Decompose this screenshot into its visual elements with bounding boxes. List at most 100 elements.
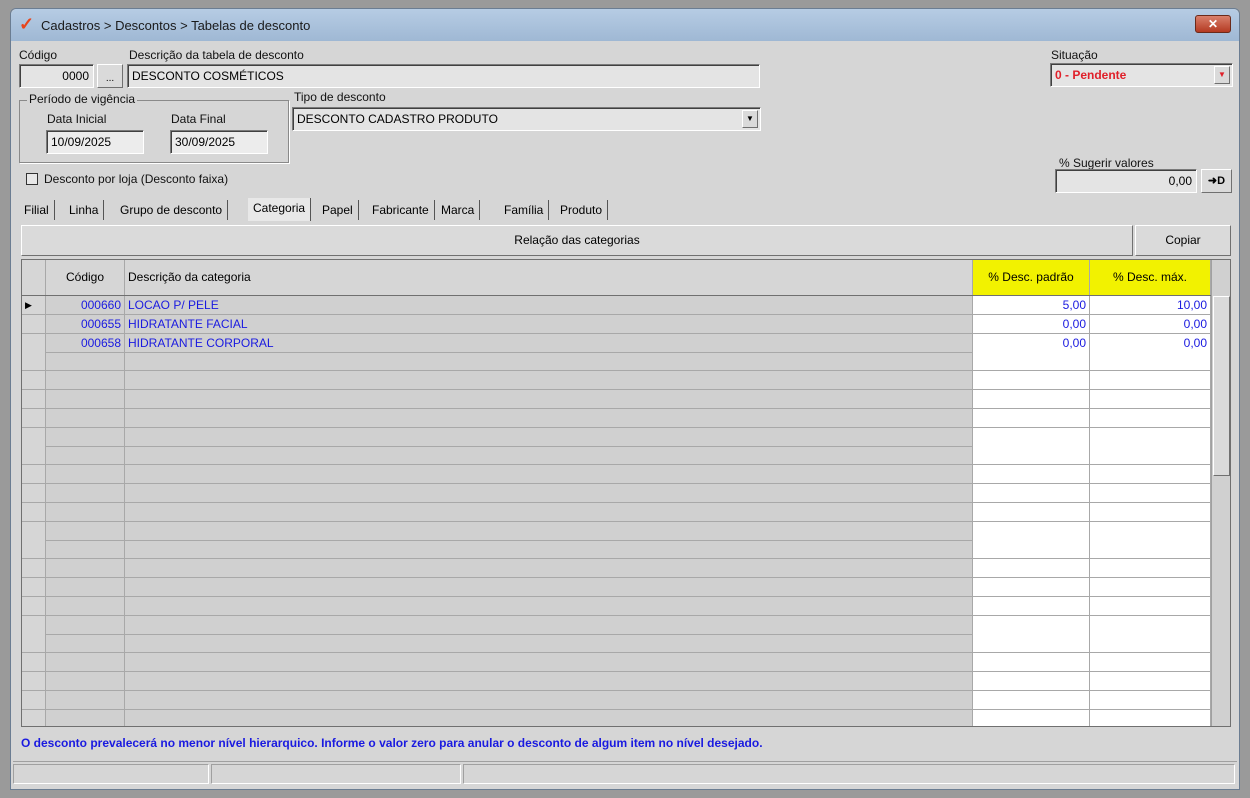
cell-codigo[interactable]	[46, 408, 125, 427]
cell-desc-max[interactable]	[1090, 596, 1211, 615]
cell-descricao[interactable]	[125, 390, 973, 408]
row-indicator[interactable]	[22, 559, 46, 578]
cell-codigo[interactable]	[46, 484, 125, 502]
cell-desc-max[interactable]: 0,00	[1090, 314, 1211, 333]
table-row[interactable]: 000658 HIDRATANTE CORPORAL 0,00 0,00	[22, 333, 1211, 353]
table-row[interactable]	[22, 672, 1211, 691]
cell-desc-max[interactable]	[1090, 709, 1211, 726]
close-button[interactable]: ✕	[1195, 15, 1231, 33]
cell-codigo[interactable]	[46, 521, 125, 540]
cell-descricao[interactable]	[125, 559, 973, 578]
table-row[interactable]	[22, 578, 1211, 597]
cell-descricao[interactable]	[125, 690, 973, 709]
cell-codigo[interactable]	[46, 559, 125, 578]
sugerir-input[interactable]: 0,00	[1055, 169, 1197, 193]
cell-desc-padrao[interactable]	[973, 465, 1090, 484]
cell-codigo[interactable]: 000660	[46, 296, 125, 314]
cell-codigo[interactable]: 000658	[46, 333, 125, 352]
vertical-scrollbar[interactable]	[1211, 260, 1230, 726]
row-indicator[interactable]	[22, 578, 46, 596]
header-desc-padrao[interactable]: % Desc. padrão	[973, 260, 1090, 295]
row-indicator[interactable]	[22, 390, 46, 408]
table-row[interactable]	[22, 653, 1211, 673]
cell-desc-padrao[interactable]	[973, 390, 1090, 408]
cell-desc-max[interactable]	[1090, 690, 1211, 709]
row-indicator[interactable]	[22, 465, 46, 484]
row-indicator[interactable]	[22, 540, 46, 559]
table-row[interactable]	[22, 502, 1211, 522]
table-row[interactable]	[22, 596, 1211, 616]
cell-desc-padrao[interactable]	[973, 371, 1090, 390]
cell-desc-max[interactable]	[1090, 390, 1211, 408]
cell-descricao[interactable]	[125, 653, 973, 672]
cell-desc-max[interactable]	[1090, 578, 1211, 596]
descricao-input[interactable]: DESCONTO COSMÉTICOS	[127, 64, 760, 88]
table-row[interactable]: ▶ 000660 LOCAO P/ PELE 5,00 10,00	[22, 296, 1211, 315]
row-indicator[interactable]	[22, 446, 46, 465]
cell-desc-max[interactable]: 10,00	[1090, 296, 1211, 314]
row-indicator[interactable]	[22, 502, 46, 521]
cell-descricao[interactable]: LOCAO P/ PELE	[125, 296, 973, 314]
cell-codigo[interactable]	[46, 352, 125, 371]
cell-descricao[interactable]	[125, 578, 973, 596]
cell-desc-max[interactable]	[1090, 427, 1211, 446]
row-indicator[interactable]	[22, 634, 46, 653]
tipo-select[interactable]: DESCONTO CADASTRO PRODUTO ▼	[292, 107, 761, 131]
cell-desc-max[interactable]	[1090, 615, 1211, 634]
situacao-select[interactable]: 0 - Pendente ▼	[1050, 63, 1233, 87]
tab-fabricante[interactable]: Fabricante	[367, 200, 435, 220]
cell-desc-padrao[interactable]: 0,00	[973, 314, 1090, 333]
cell-desc-max[interactable]	[1090, 446, 1211, 465]
tab-produto[interactable]: Produto	[555, 200, 609, 220]
cell-desc-padrao[interactable]	[973, 502, 1090, 521]
tab-grupo-de-desconto[interactable]: Grupo de desconto	[115, 200, 229, 220]
table-row[interactable]	[22, 408, 1211, 428]
chevron-down-icon[interactable]: ▼	[742, 110, 758, 128]
cell-codigo[interactable]	[46, 653, 125, 672]
cell-desc-padrao[interactable]	[973, 446, 1090, 465]
cell-descricao[interactable]	[125, 484, 973, 502]
table-row[interactable]	[22, 446, 1211, 466]
cell-desc-max[interactable]	[1090, 540, 1211, 559]
cell-descricao[interactable]	[125, 408, 973, 427]
table-row[interactable]	[22, 371, 1211, 391]
cell-desc-max[interactable]	[1090, 672, 1211, 690]
cell-descricao[interactable]	[125, 540, 973, 559]
cell-descricao[interactable]: HIDRATANTE FACIAL	[125, 314, 973, 333]
cell-codigo[interactable]	[46, 578, 125, 596]
cell-codigo[interactable]: 000655	[46, 314, 125, 333]
cell-desc-padrao[interactable]	[973, 634, 1090, 653]
lookup-button[interactable]: ...	[97, 64, 123, 88]
cell-codigo[interactable]	[46, 390, 125, 408]
cell-codigo[interactable]	[46, 427, 125, 446]
table-row[interactable]	[22, 521, 1211, 541]
cell-desc-padrao[interactable]: 0,00	[973, 333, 1090, 352]
tab-linha[interactable]: Linha	[64, 200, 105, 220]
table-row[interactable]: 000655 HIDRATANTE FACIAL 0,00 0,00	[22, 314, 1211, 334]
cell-desc-padrao[interactable]	[973, 653, 1090, 672]
cell-descricao[interactable]	[125, 521, 973, 540]
tab-marca[interactable]: Marca	[436, 200, 481, 220]
row-indicator[interactable]	[22, 596, 46, 615]
cell-codigo[interactable]	[46, 672, 125, 690]
cell-codigo[interactable]	[46, 615, 125, 634]
row-indicator[interactable]	[22, 371, 46, 390]
current-row-arrow-icon[interactable]: ▶	[22, 296, 46, 314]
cell-descricao[interactable]	[125, 427, 973, 446]
cell-desc-max[interactable]	[1090, 484, 1211, 502]
tab-categoria[interactable]: Categoria	[248, 198, 312, 221]
table-row[interactable]	[22, 615, 1211, 635]
cell-desc-padrao[interactable]	[973, 427, 1090, 446]
cell-descricao[interactable]	[125, 615, 973, 634]
cell-descricao[interactable]	[125, 446, 973, 465]
cell-desc-max[interactable]	[1090, 559, 1211, 578]
cell-desc-padrao[interactable]	[973, 484, 1090, 502]
cell-desc-padrao[interactable]	[973, 352, 1090, 371]
row-indicator[interactable]	[22, 484, 46, 502]
row-indicator[interactable]	[22, 333, 46, 352]
data-final-input[interactable]: 30/09/2025	[170, 130, 268, 154]
cell-codigo[interactable]	[46, 634, 125, 653]
cell-codigo[interactable]	[46, 502, 125, 521]
tab-papel[interactable]: Papel	[317, 200, 359, 220]
row-indicator[interactable]	[22, 408, 46, 427]
